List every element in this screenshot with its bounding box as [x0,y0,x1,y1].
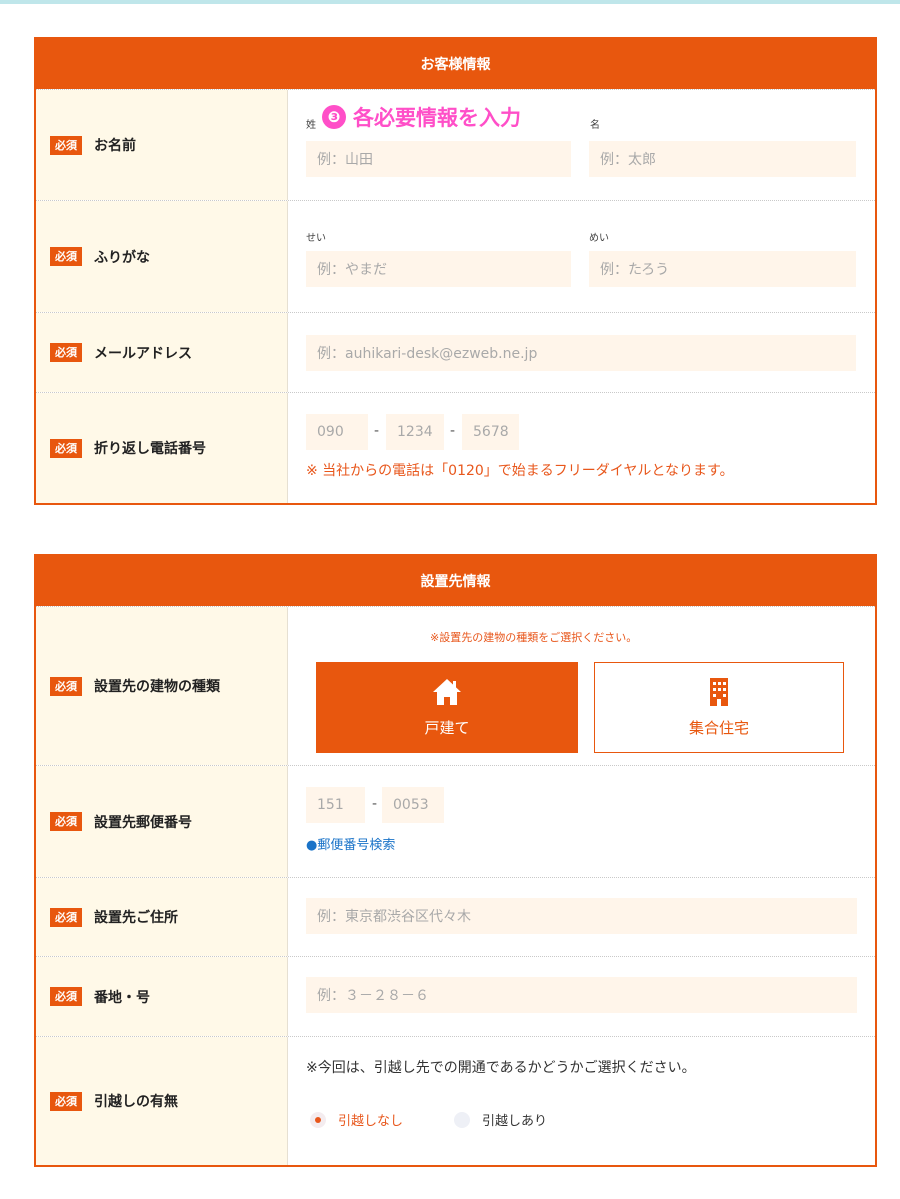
phone-input-cell: 090 - 1234 - 5678 ※ 当社からの電話は「0120」で始まるフリ… [288,393,875,503]
block-number-label: 番地・号 [94,989,150,1006]
building-type-note: ※設置先の建物の種類をご選択ください。 [430,631,638,644]
mei-kana-caption: めい [589,233,609,244]
name-input-cell: 姓 ❸ 各必要情報を入力 名 例：山田 例：太郎 [288,90,875,200]
building-type-label: 設置先の建物の種類 [94,679,220,695]
phone-note: ※ 当社からの電話は「0120」で始まるフリーダイヤルとなります。 [306,463,734,479]
required-badge: 必須 [50,676,82,696]
address-label-cell: 必須 設置先ご住所 [36,878,288,956]
sei-caption: 姓 [306,120,316,131]
house-icon [433,679,461,705]
top-border [0,0,900,4]
moving-radio[interactable]: 引越しあり [454,1110,547,1129]
required-badge: 必須 [50,1091,82,1111]
building-icon [710,678,728,706]
postal-part1-input[interactable]: 151 [306,787,365,823]
required-badge: 必須 [50,135,82,155]
last-name-kana-input[interactable]: 例：やまだ [306,251,571,287]
moving-row: 必須 引越しの有無 ※今回は、引越し先での開通であるかどうかご選択ください。 引… [36,1036,875,1165]
moving-question: ※今回は、引越し先での開通であるかどうかご選択ください。 [306,1060,696,1076]
kana-label: ふりがな [94,249,150,266]
building-label-cell: 必須 設置先の建物の種類 [36,607,288,765]
step-annotation-text: 各必要情報を入力 [353,106,521,130]
kana-label-cell: 必須 ふりがな [36,201,288,312]
block-number-row: 必須 番地・号 例：３－２８－６ [36,956,875,1036]
block-number-input-cell: 例：３－２８－６ [288,957,875,1036]
phone-part1-input[interactable]: 090 [306,414,368,450]
postal-row: 必須 設置先郵便番号 151 - 0053 ●郵便番号検索 [36,765,875,877]
no-moving-radio[interactable]: 引越しなし [310,1110,403,1129]
moving-label-option: 引越しあり [482,1114,548,1129]
required-badge: 必須 [50,907,82,927]
radio-selected-icon [310,1111,326,1128]
address-label: 設置先ご住所 [94,910,178,926]
required-badge: 必須 [50,438,82,458]
no-moving-label: 引越しなし [338,1114,404,1129]
phone-part2-input[interactable]: 1234 [386,414,444,450]
required-badge: 必須 [50,812,82,831]
address-input-cell: 例：東京都渋谷区代々木 [288,878,875,956]
kana-row: 必須 ふりがな せい めい 例：やまだ 例：たろう [36,200,875,312]
moving-input-cell: ※今回は、引越し先での開通であるかどうかご選択ください。 引越しなし 引越しあり [288,1037,875,1165]
email-label-cell: 必須 メールアドレス [36,313,288,392]
first-name-input[interactable]: 例：太郎 [589,141,856,177]
moving-label: 引越しの有無 [94,1094,178,1110]
name-label: お名前 [94,138,136,154]
name-label-cell: 必須 お名前 [36,90,288,200]
required-badge: 必須 [50,987,82,1006]
address-input[interactable]: 例：東京都渋谷区代々木 [306,898,857,934]
name-row: 必須 お名前 姓 ❸ 各必要情報を入力 名 例：山田 例：太郎 [36,89,875,200]
step-number-icon: ❸ [322,105,346,129]
phone-label: 折り返し電話番号 [94,441,206,457]
customer-info-title: お客様情報 [36,39,875,89]
first-name-kana-input[interactable]: 例：たろう [589,251,856,287]
required-badge: 必須 [50,343,82,362]
postal-separator: - [372,796,378,812]
phone-separator-1: - [374,423,380,439]
block-number-label-cell: 必須 番地・号 [36,957,288,1036]
postal-input-cell: 151 - 0053 ●郵便番号検索 [288,766,875,877]
phone-separator-2: - [450,423,456,439]
site-info-title: 設置先情報 [36,556,875,606]
last-name-input[interactable]: 例：山田 [306,141,571,177]
postal-label: 設置先郵便番号 [94,814,192,831]
house-option-label: 戸建て [424,719,470,737]
address-row: 必須 設置先ご住所 例：東京都渋谷区代々木 [36,877,875,956]
radio-unselected-icon [454,1111,470,1128]
apartment-option-button[interactable]: 集合住宅 [594,662,844,753]
postal-part2-input[interactable]: 0053 [382,787,444,823]
phone-row: 必須 折り返し電話番号 090 - 1234 - 5678 ※ 当社からの電話は… [36,392,875,503]
apartment-option-label: 集合住宅 [688,719,749,737]
email-row: 必須 メールアドレス 例：auhikari-desk@ezweb.ne.jp [36,312,875,392]
step-annotation: ❸ 各必要情報を入力 [322,102,521,132]
building-type-row: 必須 設置先の建物の種類 ※設置先の建物の種類をご選択ください。 戸建て 集合住… [36,606,875,765]
house-option-button[interactable]: 戸建て [316,662,578,753]
required-badge: 必須 [50,247,82,266]
phone-label-cell: 必須 折り返し電話番号 [36,393,288,503]
site-info-panel: 設置先情報 必須 設置先の建物の種類 ※設置先の建物の種類をご選択ください。 戸… [34,554,877,1167]
kana-input-cell: せい めい 例：やまだ 例：たろう [288,201,875,312]
building-type-cell: ※設置先の建物の種類をご選択ください。 戸建て 集合住宅 [288,607,875,765]
email-input-cell: 例：auhikari-desk@ezweb.ne.jp [288,313,875,392]
mei-caption: 名 [590,120,600,131]
customer-info-panel: お客様情報 必須 お名前 姓 ❸ 各必要情報を入力 名 例：山田 例：太郎 必須… [34,37,877,505]
postal-search-link[interactable]: ●郵便番号検索 [306,834,395,853]
email-label: メールアドレス [94,345,192,362]
block-number-input[interactable]: 例：３－２８－６ [306,977,857,1013]
email-input[interactable]: 例：auhikari-desk@ezweb.ne.jp [306,335,856,371]
postal-label-cell: 必須 設置先郵便番号 [36,766,288,877]
phone-part3-input[interactable]: 5678 [462,414,519,450]
sei-kana-caption: せい [306,233,326,244]
moving-label-cell: 必須 引越しの有無 [36,1037,288,1165]
